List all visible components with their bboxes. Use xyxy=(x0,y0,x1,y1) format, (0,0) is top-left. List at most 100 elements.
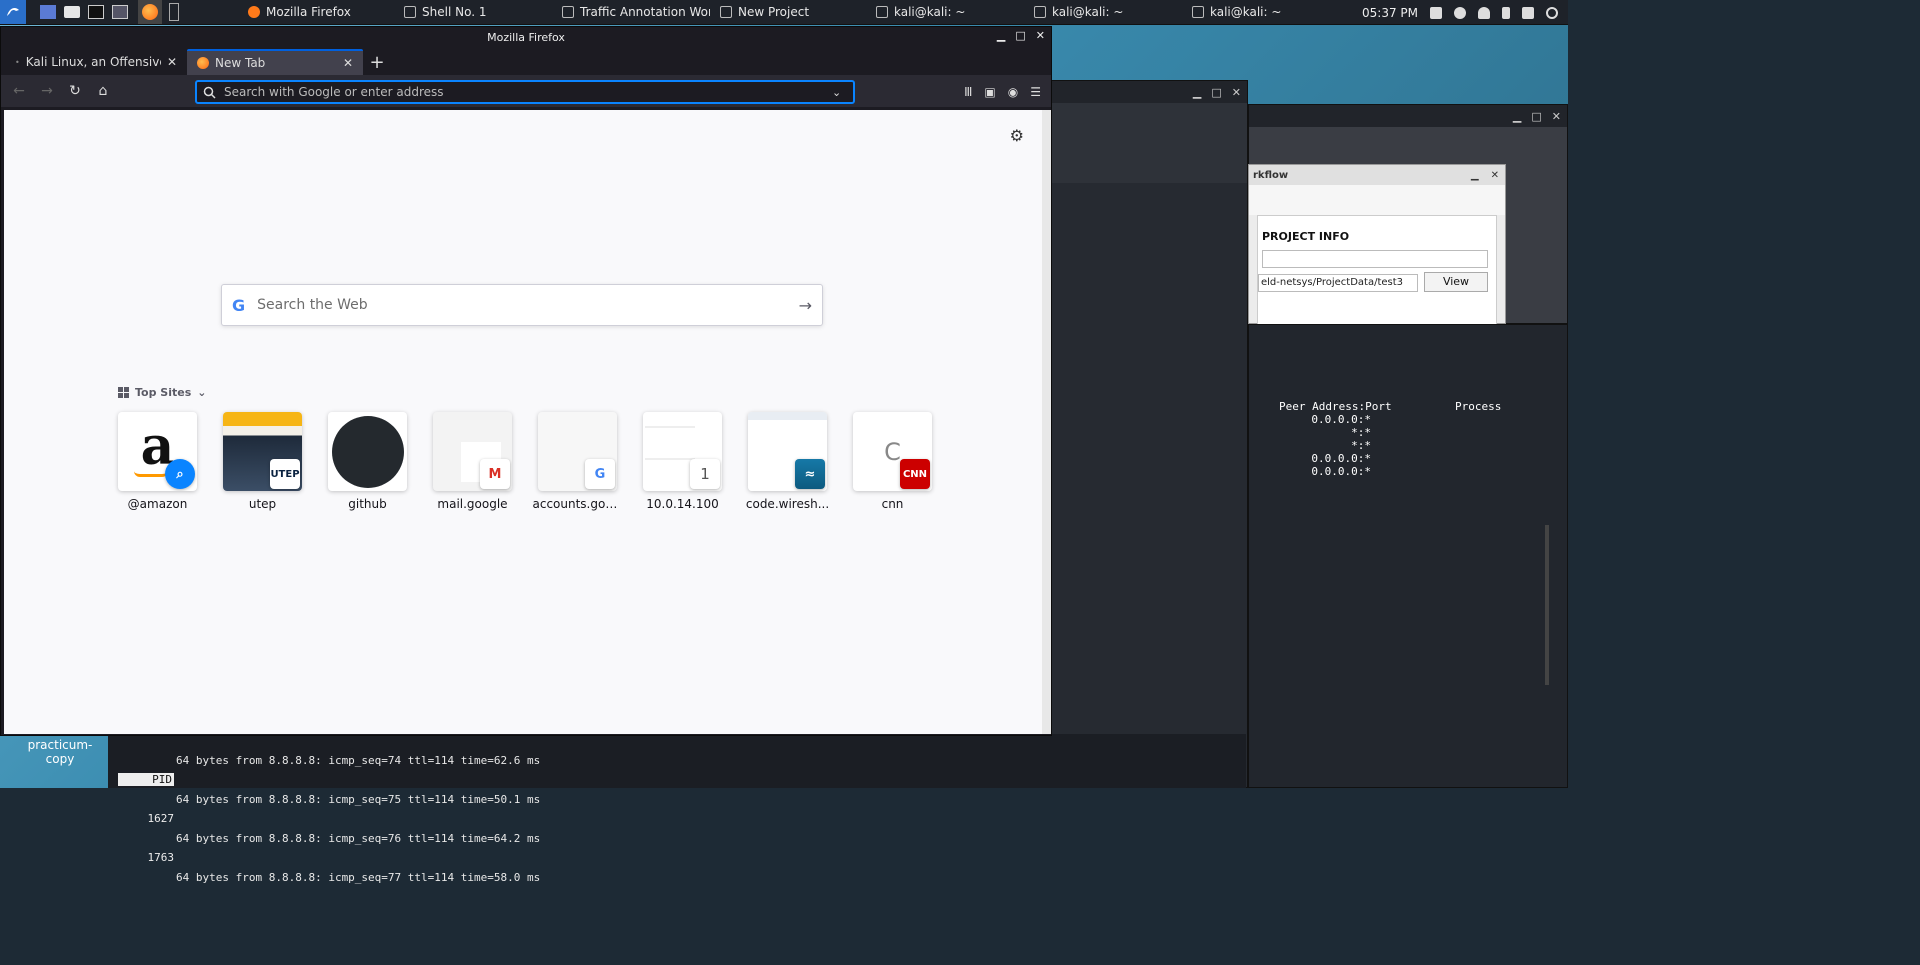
home-button[interactable]: ⌂ xyxy=(91,79,115,103)
notification-bell-icon[interactable] xyxy=(1478,6,1490,19)
task-label: Traffic Annotation Wor... xyxy=(580,5,710,19)
task-terminal-3[interactable]: kali@kali: ~ xyxy=(1182,0,1332,25)
url-bar[interactable]: ⌄ xyxy=(195,80,855,104)
lock-icon[interactable] xyxy=(1522,6,1534,19)
tab-kali-linux[interactable]: • Kali Linux, an Offensive S ✕ xyxy=(5,49,187,75)
window-icon xyxy=(720,6,732,18)
pid-column: PID 1627 1763 xyxy=(118,734,174,890)
scrollbar[interactable] xyxy=(1545,525,1549,685)
gear-icon[interactable]: ⚙ xyxy=(1010,126,1024,145)
files-launcher[interactable] xyxy=(60,0,84,24)
firefox-launcher[interactable] xyxy=(138,0,162,24)
battery-icon[interactable] xyxy=(1502,6,1510,19)
top-site-tile[interactable]: 1 10.0.14.100 xyxy=(643,412,722,511)
desktop-icon-practicum-copy[interactable]: practicum-copy xyxy=(20,738,100,766)
task-terminal-2[interactable]: kali@kali: ~ xyxy=(1024,0,1182,25)
project-name-field[interactable] xyxy=(1262,250,1488,268)
tab-new-tab[interactable]: New Tab ✕ xyxy=(187,49,363,75)
sidebar-icon[interactable]: ▣ xyxy=(984,85,995,99)
display-icon[interactable] xyxy=(1430,6,1442,19)
task-terminal-1[interactable]: kali@kali: ~ xyxy=(866,0,1024,25)
maximize-icon[interactable]: □ xyxy=(1015,29,1025,42)
new-tab-button[interactable]: + xyxy=(363,49,391,75)
netstat-row: 0.0.0.0:* xyxy=(1311,452,1371,465)
close-tab-icon[interactable]: ✕ xyxy=(167,55,177,69)
desktop-launcher[interactable] xyxy=(36,0,60,24)
top-site-tile[interactable]: M mail.google xyxy=(433,412,512,511)
power-icon[interactable] xyxy=(1546,6,1558,19)
close-icon[interactable]: ✕ xyxy=(1552,110,1561,123)
network-icon[interactable] xyxy=(1454,6,1466,19)
netstat-row: *:* xyxy=(1351,426,1371,439)
back-arrow-icon: ← xyxy=(13,83,25,99)
view-button[interactable]: View xyxy=(1424,272,1488,292)
kali-menu-button[interactable] xyxy=(0,0,26,24)
pid-value: 1627 xyxy=(147,812,175,825)
search-arrow-icon[interactable]: → xyxy=(799,296,812,315)
minimize-icon[interactable]: ▁ xyxy=(1193,86,1201,99)
site-letter-badge: 1 xyxy=(690,459,720,489)
netstat-row: 0.0.0.0:* xyxy=(1311,413,1371,426)
search-placeholder: Search the Web xyxy=(257,297,368,313)
github-icon xyxy=(328,412,407,491)
task-traffic-annotation[interactable]: Traffic Annotation Wor... xyxy=(552,0,710,25)
tab-label: New Tab xyxy=(215,56,266,70)
minimize-icon[interactable]: ▁ xyxy=(1471,170,1479,181)
page-scrollbar[interactable] xyxy=(1042,110,1051,734)
terminal-window-ping[interactable]: PID 1627 1763 64 bytes from 8.8.8.8: icm… xyxy=(108,734,1246,884)
minimize-icon[interactable]: ▁ xyxy=(1513,110,1521,123)
task-new-project[interactable]: New Project xyxy=(710,0,866,25)
reload-button[interactable]: ↻ xyxy=(63,79,87,103)
top-site-tile[interactable]: a ⌕ @amazon xyxy=(118,412,197,511)
chevron-down-icon[interactable]: ⌄ xyxy=(832,86,841,99)
close-icon[interactable]: ✕ xyxy=(1036,29,1045,42)
tab-strip: • Kali Linux, an Offensive S ✕ New Tab ✕… xyxy=(1,47,1051,75)
project-path-field[interactable]: eld-netsys/ProjectData/test3 xyxy=(1258,274,1418,292)
top-site-label: github xyxy=(348,497,387,511)
hamburger-menu-icon[interactable]: ☰ xyxy=(1030,85,1041,99)
firefox-titlebar[interactable]: Mozilla Firefox ▁ □ ✕ xyxy=(1,27,1051,47)
window-title: Mozilla Firefox xyxy=(487,30,565,44)
terminal-icon xyxy=(1192,6,1204,18)
terminal-launcher[interactable] xyxy=(84,0,108,24)
traffic-annotation-window[interactable]: rkflow ▁ ✕ PROJECT INFO eld-netsys/Projec… xyxy=(1248,164,1506,325)
maximize-icon[interactable]: □ xyxy=(1531,110,1541,123)
firefox-window[interactable]: Mozilla Firefox ▁ □ ✕ • Kali Linux, an O… xyxy=(0,26,1052,736)
clock[interactable]: 05:37 PM xyxy=(1362,6,1418,20)
back-button[interactable]: ← xyxy=(7,79,31,103)
app-launcher[interactable] xyxy=(108,0,132,24)
chevron-down-icon: ⌄ xyxy=(197,386,207,399)
forward-button[interactable]: → xyxy=(35,79,59,103)
top-site-tile[interactable]: C CNN cnn xyxy=(853,412,932,511)
task-label: New Project xyxy=(738,5,810,19)
close-icon[interactable]: ✕ xyxy=(1232,86,1241,99)
web-search-box[interactable]: G Search the Web → xyxy=(221,284,823,326)
top-site-tile[interactable]: G accounts.goo... xyxy=(533,412,623,511)
maximize-icon[interactable]: □ xyxy=(1211,86,1221,99)
netstat-process-header: Process xyxy=(1455,400,1502,413)
task-label: kali@kali: ~ xyxy=(894,5,966,19)
workspace-switcher[interactable] xyxy=(162,0,186,24)
top-site-tile[interactable]: UTEP utep xyxy=(223,412,302,511)
cnn-badge-icon: CNN xyxy=(900,459,930,489)
grid-icon xyxy=(118,387,129,398)
top-sites-header[interactable]: Top Sites ⌄ xyxy=(118,386,206,399)
window-icon xyxy=(562,6,574,18)
minimize-icon[interactable]: ▁ xyxy=(997,29,1005,42)
background-window-editor[interactable]: ▁ □ ✕ xyxy=(1050,80,1248,788)
ping-line: 64 bytes from 8.8.8.8: icmp_seq=75 ttl=1… xyxy=(176,793,541,806)
url-input[interactable] xyxy=(224,85,824,99)
account-icon[interactable]: ◉ xyxy=(1008,85,1018,99)
close-icon[interactable]: ✕ xyxy=(1491,170,1499,181)
top-site-tile[interactable]: github xyxy=(328,412,407,511)
firefox-icon xyxy=(197,57,209,69)
library-icon[interactable]: Ⅲ xyxy=(964,85,972,99)
netstat-terminal-window[interactable]: Peer Address:Port Process 0.0.0.0:* *:* … xyxy=(1248,324,1568,788)
terminal-icon xyxy=(876,6,888,18)
terminal-icon xyxy=(404,6,416,18)
task-firefox[interactable]: Mozilla Firefox xyxy=(238,0,394,25)
taskbar: Mozilla Firefox Shell No. 1 Traffic Anno… xyxy=(0,0,1568,25)
top-site-tile[interactable]: ≈ code.wiresh... xyxy=(746,412,829,511)
close-tab-icon[interactable]: ✕ xyxy=(343,56,353,70)
task-shell[interactable]: Shell No. 1 xyxy=(394,0,552,25)
